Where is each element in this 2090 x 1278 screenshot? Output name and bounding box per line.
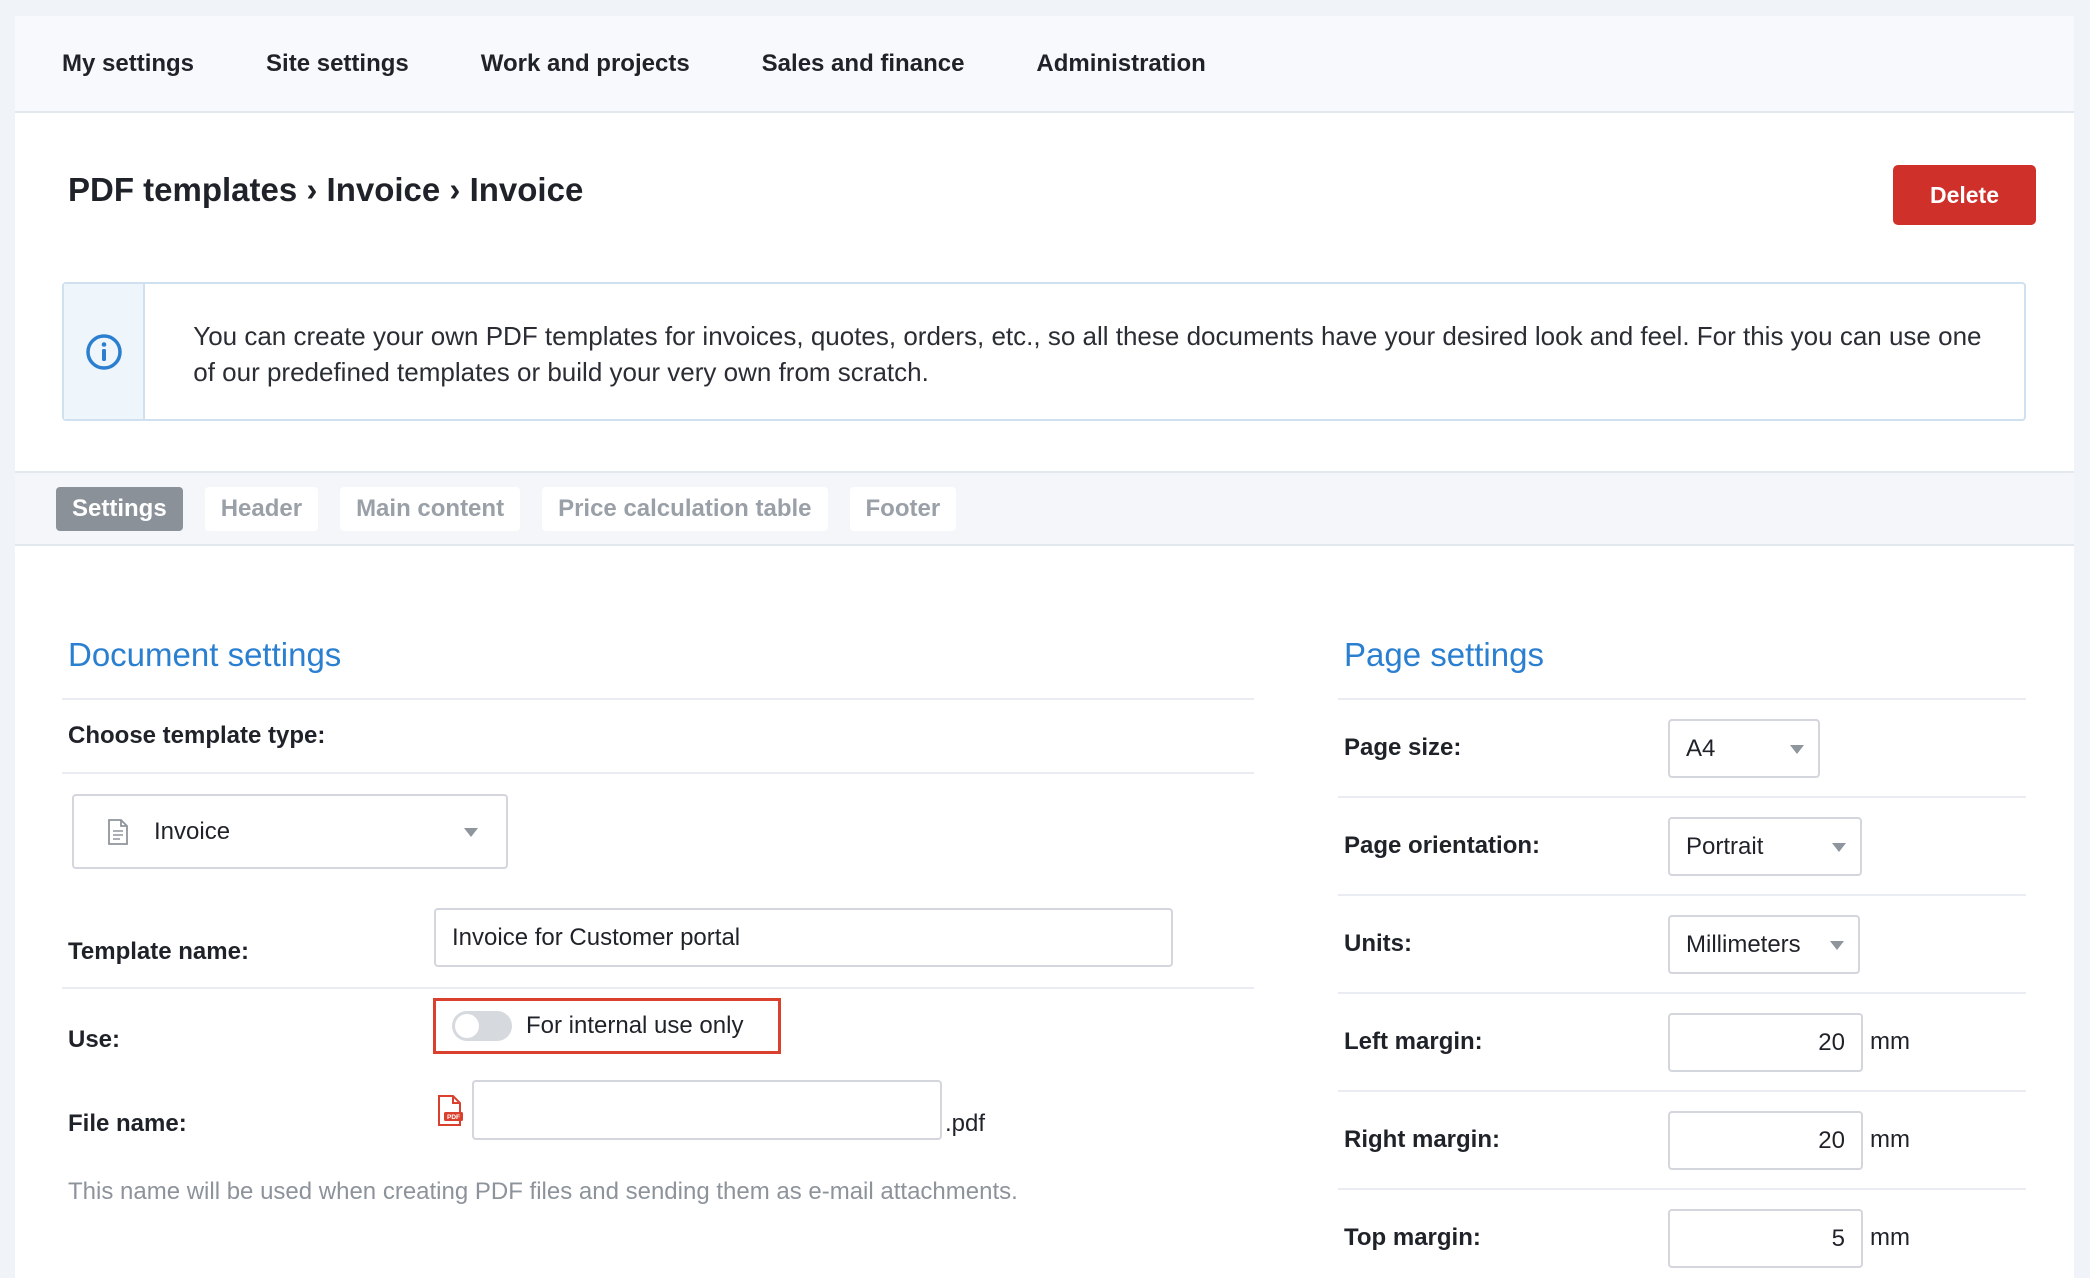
internal-use-highlight: For internal use only bbox=[433, 998, 781, 1054]
use-label: Use: bbox=[68, 1026, 121, 1053]
right-margin-unit: mm bbox=[1870, 1126, 1910, 1153]
page-size-value: A4 bbox=[1686, 734, 1716, 762]
tabs-bar: Settings Header Main content Price calcu… bbox=[15, 471, 2074, 546]
file-name-input[interactable] bbox=[472, 1080, 942, 1140]
tab-settings[interactable]: Settings bbox=[56, 486, 183, 531]
top-margin-label: Top margin: bbox=[1344, 1224, 1481, 1251]
pdf-file-icon: PDF bbox=[438, 1095, 463, 1126]
document-icon bbox=[108, 818, 128, 845]
file-name-help-text: This name will be used when creating PDF… bbox=[68, 1178, 1018, 1205]
info-text: You can create your own PDF templates fo… bbox=[193, 321, 1982, 387]
tab-main-content[interactable]: Main content bbox=[340, 486, 521, 531]
divider bbox=[1338, 894, 2026, 896]
left-margin-input[interactable] bbox=[1668, 1013, 1863, 1072]
chevron-down-icon bbox=[1790, 745, 1804, 754]
units-label: Units: bbox=[1344, 930, 1412, 957]
page-size-select[interactable]: A4 bbox=[1668, 719, 1820, 778]
nav-administration[interactable]: Administration bbox=[1036, 50, 1205, 78]
units-value: Millimeters bbox=[1686, 930, 1801, 958]
left-margin-label: Left margin: bbox=[1344, 1028, 1483, 1055]
app-frame: My settings Site settings Work and proje… bbox=[15, 16, 2074, 1278]
template-type-label: Choose template type: bbox=[68, 722, 326, 749]
divider bbox=[62, 698, 1254, 700]
right-margin-label: Right margin: bbox=[1344, 1126, 1500, 1153]
top-margin-unit: mm bbox=[1870, 1224, 1910, 1251]
info-box: You can create your own PDF templates fo… bbox=[62, 282, 2026, 421]
delete-button[interactable]: Delete bbox=[1893, 165, 2036, 225]
page-settings-title: Page settings bbox=[1344, 636, 1544, 673]
nav-work-and-projects[interactable]: Work and projects bbox=[481, 50, 690, 78]
left-margin-unit: mm bbox=[1870, 1028, 1910, 1055]
divider bbox=[1338, 992, 2026, 994]
top-navigation: My settings Site settings Work and proje… bbox=[15, 16, 2074, 113]
tab-header[interactable]: Header bbox=[204, 486, 319, 531]
right-margin-input[interactable] bbox=[1668, 1111, 1863, 1170]
page-title-breadcrumb: PDF templates › Invoice › Invoice bbox=[68, 171, 584, 208]
top-margin-input[interactable] bbox=[1668, 1209, 1863, 1268]
file-name-label: File name: bbox=[68, 1110, 187, 1137]
chevron-down-icon bbox=[464, 828, 478, 837]
divider bbox=[62, 772, 1254, 774]
template-type-value: Invoice bbox=[154, 817, 231, 845]
page-orientation-select[interactable]: Portrait bbox=[1668, 817, 1862, 876]
tab-price-calculation-table[interactable]: Price calculation table bbox=[542, 486, 828, 531]
info-icon-cell bbox=[64, 284, 146, 419]
template-name-input[interactable] bbox=[434, 908, 1173, 967]
divider bbox=[62, 987, 1254, 989]
divider bbox=[1338, 698, 2026, 700]
internal-use-label: For internal use only bbox=[526, 1012, 744, 1039]
chevron-down-icon bbox=[1830, 941, 1844, 950]
page-orientation-label: Page orientation: bbox=[1344, 832, 1541, 859]
divider bbox=[1338, 1188, 2026, 1190]
template-name-label: Template name: bbox=[68, 938, 249, 965]
info-icon bbox=[85, 333, 122, 370]
chevron-down-icon bbox=[1832, 843, 1846, 852]
file-extension: .pdf bbox=[945, 1110, 986, 1137]
page-size-label: Page size: bbox=[1344, 734, 1462, 761]
units-select[interactable]: Millimeters bbox=[1668, 915, 1860, 974]
document-settings-title: Document settings bbox=[68, 636, 342, 673]
svg-text:PDF: PDF bbox=[447, 1114, 460, 1121]
nav-my-settings[interactable]: My settings bbox=[62, 50, 194, 78]
page-orientation-value: Portrait bbox=[1686, 832, 1764, 860]
internal-use-toggle[interactable] bbox=[452, 1011, 512, 1041]
divider bbox=[1338, 796, 2026, 798]
nav-site-settings[interactable]: Site settings bbox=[266, 50, 409, 78]
template-type-select[interactable]: Invoice bbox=[72, 794, 508, 869]
tab-footer[interactable]: Footer bbox=[849, 486, 957, 531]
toggle-knob bbox=[455, 1014, 479, 1038]
divider bbox=[1338, 1090, 2026, 1092]
nav-sales-and-finance[interactable]: Sales and finance bbox=[762, 50, 965, 78]
page-header: PDF templates › Invoice › Invoice Delete bbox=[15, 113, 2074, 281]
